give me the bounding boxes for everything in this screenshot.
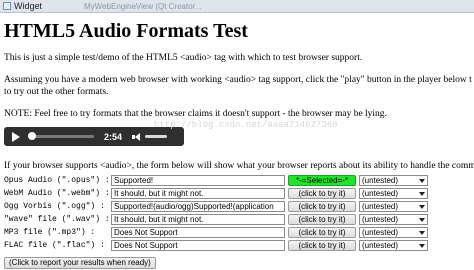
format-label: "wave" file (".wav") : — [4, 215, 110, 224]
chevron-down-icon — [419, 192, 425, 196]
format-result-field[interactable]: It should, but it might not. — [111, 214, 285, 225]
page-content: HTML5 Audio Formats Test This is just a … — [4, 13, 474, 270]
format-label: FLAC file (".flac") : — [4, 241, 105, 250]
format-result-field[interactable]: Does Not Support — [111, 227, 285, 238]
seek-bar[interactable] — [28, 132, 94, 140]
format-label: Ogg Vorbis (".ogg") : — [4, 202, 105, 211]
format-status-value: (untested) — [362, 228, 399, 237]
chevron-down-icon — [419, 244, 425, 248]
instructions-line-1: Assuming you have a modern web browser w… — [4, 75, 472, 85]
try-format-button[interactable]: (click to try it) — [288, 227, 356, 238]
formats-form: Opus Audio (".opus") : Supported! *-=Sel… — [4, 174, 474, 252]
format-status-select[interactable]: (untested) — [359, 214, 428, 225]
format-status-value: (untested) — [362, 215, 399, 224]
try-format-button[interactable]: (click to try it) — [288, 240, 356, 251]
form-intro-text: If your browser supports <audio>, the fo… — [4, 161, 474, 171]
format-label: MP3 file (".mp3") : — [4, 228, 96, 237]
window-titlebar: Widget MyWebEngineView (Qt Creator... — [0, 0, 474, 13]
try-format-button[interactable]: (click to try it) — [288, 188, 356, 199]
report-results-button[interactable]: (Click to report your results when ready… — [4, 257, 156, 269]
intro-text: This is just a simple test/demo of the H… — [4, 53, 363, 63]
format-result-field[interactable]: Supported! — [111, 175, 285, 186]
format-status-select[interactable]: (untested) — [359, 201, 428, 212]
format-status-value: (untested) — [362, 176, 399, 185]
page-title: HTML5 Audio Formats Test — [4, 20, 248, 42]
app-icon — [3, 2, 11, 10]
volume-icon[interactable] — [132, 132, 141, 141]
play-icon[interactable] — [12, 131, 20, 142]
window-title: Widget — [14, 1, 43, 11]
format-status-select[interactable]: (untested) — [359, 175, 428, 186]
instructions-line-2: to try out the other formats. — [4, 87, 109, 97]
format-result-field[interactable]: It should, but it might not. — [111, 188, 285, 199]
note-text: NOTE: Feel free to try formats that the … — [4, 109, 387, 119]
format-status-value: (untested) — [362, 241, 399, 250]
format-row: Opus Audio (".opus") : Supported! *-=Sel… — [4, 174, 474, 187]
window-ghost-title: MyWebEngineView (Qt Creator... — [84, 1, 202, 11]
format-result-field[interactable]: Supported!(audio/ogg)Supported!(applicat… — [111, 201, 285, 212]
format-status-value: (untested) — [362, 202, 399, 211]
watermark: http://blog.csdn.net/aaaa714627366 — [154, 120, 338, 130]
format-row: MP3 file (".mp3") : Does Not Support (cl… — [4, 226, 474, 239]
format-label: WebM Audio (".webm") : — [4, 189, 110, 198]
format-result-field[interactable]: Does Not Support — [111, 240, 285, 251]
chevron-down-icon — [419, 179, 425, 183]
chevron-down-icon — [419, 205, 425, 209]
format-status-value: (untested) — [362, 189, 399, 198]
chevron-down-icon — [419, 231, 425, 235]
seek-thumb[interactable] — [28, 132, 36, 140]
try-format-button[interactable]: *-=Selected=-* — [288, 175, 356, 186]
format-row: "wave" file (".wav") : It should, but it… — [4, 213, 474, 226]
volume-slider[interactable] — [145, 135, 168, 138]
chevron-down-icon — [419, 218, 425, 222]
try-format-button[interactable]: (click to try it) — [288, 201, 356, 212]
format-status-select[interactable]: (untested) — [359, 240, 428, 251]
format-row: FLAC file (".flac") : Does Not Support (… — [4, 239, 474, 252]
format-status-select[interactable]: (untested) — [359, 227, 428, 238]
format-label: Opus Audio (".opus") : — [4, 176, 110, 185]
format-status-select[interactable]: (untested) — [359, 188, 428, 199]
player-time: 2:54 — [104, 131, 123, 142]
format-row: WebM Audio (".webm") : It should, but it… — [4, 187, 474, 200]
try-format-button[interactable]: (click to try it) — [288, 214, 356, 225]
format-row: Ogg Vorbis (".ogg") : Supported!(audio/o… — [4, 200, 474, 213]
